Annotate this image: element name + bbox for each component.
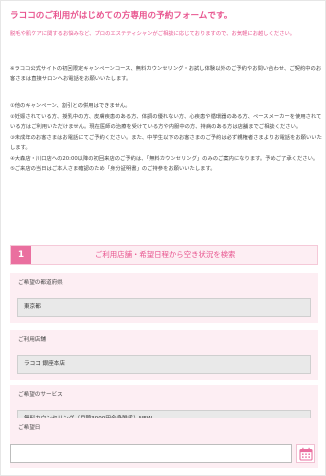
reservation-form-page: ラココのご利用がはじめての方専用の予約フォームです。 脱毛や肌ケアに関するお悩み… [0, 0, 326, 476]
store-label: ご利用店舗 [10, 330, 318, 350]
store-field-wrap: ラココ 銀座本店 [10, 350, 318, 380]
terms-item: ④大森店・川口店への20:00以降の初回来店のご予約は、「無料カウンセリング」の… [10, 155, 319, 162]
notice-text: ※ラココ公式サイトの初回限定キャンペーンコース、無料カウンセリング・お試し体験以… [10, 66, 322, 82]
intro-text: 脱毛や肌ケアに関するお悩みなど、プロのエステティシャンがご相談に応じておりますの… [10, 31, 296, 37]
date-label: ご希望日 [10, 418, 318, 438]
prefecture-field-wrap: 東京都 [10, 293, 318, 323]
date-input[interactable] [10, 444, 292, 463]
terms-list: ①他のキャンペーン、割引との併用はできません。 ②妊娠されている方、授乳中の方、… [10, 101, 322, 175]
step-title: ご利用店舗・希望日程から空き状況を検索 [95, 250, 236, 259]
calendar-icon [299, 447, 313, 461]
step-header: 1 ご利用店舗・希望日程から空き状況を検索 [10, 245, 318, 265]
service-label: ご希望のサービス [10, 385, 318, 405]
date-field-wrap [10, 438, 318, 468]
terms-item: ③未成年のお客さまはお電話にてご予約ください。また、中学生以下のお客さまのご予約… [10, 134, 322, 152]
step-number: 1 [11, 246, 31, 264]
terms-item: ⑤ご来店の当日はご本人さま確認のため「身分証明書」のご持参をお願いいたします。 [10, 166, 216, 172]
calendar-button[interactable] [296, 444, 315, 463]
terms-item: ①他のキャンペーン、割引との併用はできません。 [10, 103, 131, 109]
store-select[interactable]: ラココ 銀座本店 [17, 355, 311, 374]
prefecture-label: ご希望の都道府県 [10, 273, 318, 293]
terms-item: ②妊娠されている方、授乳中の方、皮膚疾患のある方、体調の優れない方、心疾患や循環… [10, 113, 322, 131]
prefecture-select[interactable]: 東京都 [17, 298, 311, 317]
page-title: ラココのご利用がはじめての方専用の予約フォームです。 [10, 11, 233, 21]
